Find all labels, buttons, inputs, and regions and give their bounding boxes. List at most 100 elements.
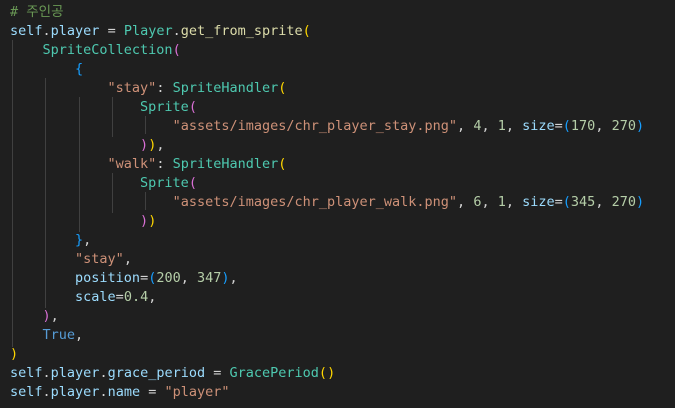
code-token: : <box>156 80 173 96</box>
code-line: "stay", <box>10 250 132 269</box>
code-token: , <box>505 118 523 134</box>
code-token: ) <box>635 118 645 134</box>
code-token: ) <box>140 213 149 229</box>
code-token: ) <box>10 346 19 362</box>
code-token: , <box>595 194 612 210</box>
code-token: ( <box>172 42 181 58</box>
code-token: ( <box>278 80 287 96</box>
code-line: position=(200, 347), <box>10 269 238 288</box>
code-line: Sprite( <box>10 98 197 117</box>
code-token: . <box>42 384 51 400</box>
code-token: , <box>481 118 498 134</box>
code-token: = <box>205 365 230 381</box>
code-line: )), <box>10 136 164 155</box>
code-token: self <box>10 365 43 381</box>
code-token: "assets/images/chr_player_stay.png" <box>172 118 458 134</box>
code-token: ) <box>140 137 149 153</box>
code-token: , <box>75 327 84 343</box>
code-token: 347 <box>197 270 222 286</box>
code-line: Sprite( <box>10 174 197 193</box>
code-token: player <box>50 384 100 400</box>
code-token: . <box>99 365 108 381</box>
code-token: } <box>75 232 84 248</box>
code-line: "assets/images/chr_player_stay.png", 4, … <box>10 117 645 136</box>
code-line: ) <box>10 345 18 364</box>
code-token: : <box>156 156 173 172</box>
code-token: { <box>75 61 84 77</box>
code-line: "stay": SpriteHandler( <box>10 79 287 98</box>
code-token: ) <box>635 194 645 210</box>
code-editor[interactable]: # 주인공 self.player = Player.get_from_sprit… <box>0 0 675 408</box>
code-token: 1 <box>497 194 506 210</box>
code-token: , <box>457 194 474 210</box>
code-line: ), <box>10 307 59 326</box>
code-line: { <box>10 60 83 79</box>
code-token: ) <box>148 213 157 229</box>
code-token: , <box>180 270 197 286</box>
code-token: ( <box>188 175 197 191</box>
code-token: 345 <box>570 194 596 210</box>
code-token: . <box>42 23 51 39</box>
code-line: }, <box>10 231 91 250</box>
code-token: scale <box>75 289 116 305</box>
code-token: , <box>83 232 92 248</box>
code-token: 170 <box>570 118 596 134</box>
code-token: , <box>123 251 132 267</box>
code-token: ( <box>562 194 571 210</box>
code-token: "assets/images/chr_player_walk.png" <box>172 194 458 210</box>
code-line: True, <box>10 326 84 345</box>
code-token: , <box>481 194 498 210</box>
code-line: scale=0.4, <box>10 288 156 307</box>
code-token: = <box>140 384 165 400</box>
code-token: grace_period <box>107 365 206 381</box>
code-token: player <box>50 365 100 381</box>
code-token: = <box>115 289 124 305</box>
code-token: # 주인공 <box>10 4 64 20</box>
code-token: 270 <box>611 194 636 210</box>
code-line: SpriteCollection( <box>10 41 181 60</box>
code-line: "assets/images/chr_player_walk.png", 6, … <box>10 193 645 212</box>
code-token: size <box>522 118 555 134</box>
code-token: ( <box>302 23 311 39</box>
code-token: "stay" <box>107 80 157 96</box>
code-token: get_from_sprite <box>180 23 303 39</box>
code-token: SpriteHandler <box>172 156 279 172</box>
code-token: player <box>50 23 100 39</box>
code-token: . <box>42 365 51 381</box>
code-token: ( <box>562 118 571 134</box>
code-token: Sprite <box>140 175 189 191</box>
code-token: , <box>50 308 59 324</box>
code-token: 1 <box>497 118 506 134</box>
code-line: self.player = Player.get_from_sprite( <box>10 22 311 41</box>
code-token: self <box>10 23 43 39</box>
code-line: "walk": SpriteHandler( <box>10 155 287 174</box>
code-token: , <box>457 118 474 134</box>
code-line: self.player.grace_period = GracePeriod() <box>10 364 335 383</box>
code-token: ) <box>327 365 336 381</box>
code-token: . <box>172 23 181 39</box>
code-token: 270 <box>611 118 636 134</box>
code-token: . <box>99 384 108 400</box>
code-token: , <box>229 270 238 286</box>
code-token: 0.4 <box>123 289 149 305</box>
code-token: = <box>99 23 124 39</box>
code-token: , <box>148 289 157 305</box>
code-token: = <box>140 270 149 286</box>
code-line: )) <box>10 212 156 231</box>
code-token: SpriteHandler <box>172 80 279 96</box>
code-token: Sprite <box>140 99 189 115</box>
